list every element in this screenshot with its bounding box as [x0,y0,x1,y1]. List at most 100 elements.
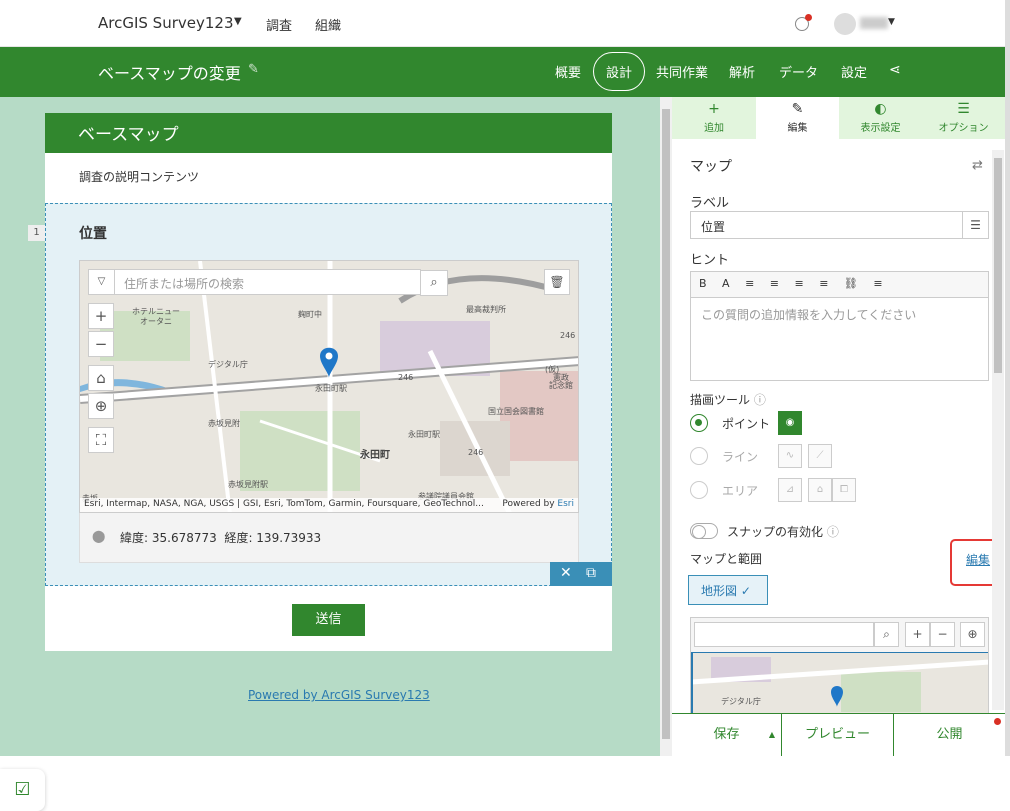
tab-add[interactable]: + 追加 [672,97,756,139]
canvas-scroll-thumb[interactable] [662,109,670,739]
panel-footer: 保存 ▲ プレビュー 公開 [672,713,1005,756]
attribution-text: Esri, Intermap, NASA, NGA, USGS | GSI, E… [84,499,484,509]
nav-surveys[interactable]: 調査 [266,15,292,34]
app-brand[interactable]: ArcGIS Survey123 [98,14,234,32]
freehand-area-icon[interactable]: ⧠ [832,478,856,502]
survey-header: ベースマップの変更 ✎ 概要 設計 共同作業 解析 データ 設定 ⋖ [0,47,1005,97]
point-marker-icon[interactable]: ◉ [778,411,802,435]
mini-zoom-in-icon[interactable]: + [905,622,930,647]
avatar[interactable] [834,13,856,35]
edit-title-pencil-icon[interactable]: ✎ [248,62,259,77]
mini-zoom-out-icon[interactable]: − [930,622,955,647]
map-label: 246 [560,331,576,340]
search-source-dropdown-icon[interactable]: ▽ [89,270,115,294]
hint-input[interactable]: この質問の追加情報を入力してください [691,298,988,331]
tab-analyze[interactable]: 解析 [729,62,755,81]
form-header: ベースマップ [45,113,612,153]
tab-design[interactable]: 設計 [593,52,646,91]
radio-area[interactable] [690,481,708,499]
tab-settings[interactable]: 設定 [841,62,867,81]
palette-icon: ◐ [874,101,887,117]
mini-map-label: デジタル庁 [721,697,761,706]
hint-heading: ヒント [690,253,730,268]
mini-map-search-input[interactable] [694,622,874,647]
panel-tabs: + 追加 ✎ 編集 ◐ 表示設定 ☰ オプション [672,97,1005,139]
extent-preview-map[interactable]: デジタル庁 ⌕ + − ⊕ [690,617,989,717]
brand-chevron-down-icon[interactable]: ▼ [234,16,242,27]
submit-button[interactable]: 送信 [292,604,365,636]
snap-label: スナップの有効化 ⓘ [727,525,839,539]
draw-tools-heading: 描画ツール ⓘ [690,393,766,407]
tab-edit[interactable]: ✎ 編集 [756,97,839,139]
locate-icon[interactable]: ⊕ [88,393,114,419]
trash-icon[interactable]: 🗑 [544,269,570,295]
floating-action-icon[interactable]: ☑ [0,769,45,811]
segment-line-icon[interactable]: ⟋ [808,444,832,468]
map-label: 記念館 [549,381,573,390]
nav-organization[interactable]: 組織 [315,15,341,34]
basemap-chip[interactable]: 地形図 ✓ [688,575,768,605]
map-label: 永田町駅 [315,384,347,393]
map-label: オータニ [140,317,172,326]
zoom-in-icon[interactable]: + [88,303,114,329]
map-label: 最高裁判所 [466,305,506,314]
map-label: 国立国会図書館 [488,407,544,416]
freehand-polygon-icon[interactable]: ⌂ [808,478,832,502]
radio-line[interactable] [690,447,708,465]
location-marker-icon: ⬤ [92,529,106,543]
mini-search-icon[interactable]: ⌕ [874,622,899,647]
help-icon[interactable] [795,14,812,31]
hint-editor[interactable]: B A ≡ ≡ ≡ ≡ ⛓ ≡ この質問の追加情報を入力してください [690,271,989,381]
question-toolbar: ✕ ⧉ [550,562,612,586]
map-widget[interactable]: ホテルニュー オータニ 麹町中 最高裁判所 デジタル庁 永田町駅 (仮) 憲政 … [79,260,579,513]
tab-collaborate[interactable]: 共同作業 [656,62,708,81]
map-label: 赤坂見附駅 [228,480,268,489]
panel-scroll-thumb[interactable] [994,158,1002,373]
fullscreen-icon[interactable]: ⛶ [88,427,114,453]
preview-button[interactable]: プレビュー [782,714,894,756]
map-extent-heading: マップと範囲 [690,552,763,566]
survey-title: ベースマップの変更 [98,64,241,83]
swap-icon[interactable]: ⇄ [972,158,983,173]
tab-overview[interactable]: 概要 [555,62,581,81]
polygon-icon[interactable]: ⊿ [778,478,802,502]
map-search-input[interactable]: 住所または場所の検索 [124,275,244,292]
panel-scrollbar[interactable] [992,150,1004,710]
mini-locate-icon[interactable]: ⊕ [960,622,985,647]
design-canvas: ベースマップ 調査の説明コンテンツ 1 位置 ホテルニュー オータニ 麹町中 最… [0,97,660,811]
tab-appearance[interactable]: ◐ 表示設定 [839,97,922,139]
canvas-scrollbar[interactable] [660,97,672,756]
user-chevron-down-icon[interactable]: ▼ [888,17,895,27]
text-format-icon[interactable]: ☰ [962,212,988,238]
save-button[interactable]: 保存 ▲ [672,714,782,756]
map-label: 赤坂見附 [208,419,240,428]
search-icon[interactable]: ⌕ [420,270,448,296]
tab-data[interactable]: データ [779,62,818,81]
delete-question-icon[interactable]: ✕ [560,565,572,581]
label-field[interactable]: 位置 ☰ [690,211,989,239]
zoom-out-icon[interactable]: − [88,331,114,357]
section-title: マップ [690,159,732,175]
publish-button[interactable]: 公開 [894,714,1005,756]
duplicate-question-icon[interactable]: ⧉ [586,565,596,581]
share-icon[interactable]: ⋖ [889,62,901,78]
notification-dot [805,14,812,21]
info-icon: ⓘ [826,525,839,539]
plus-icon: + [708,101,720,117]
pencil-icon: ✎ [791,101,804,117]
freehand-line-icon[interactable]: ∿ [778,444,802,468]
question-map-selected[interactable]: 1 位置 ホテルニュー オータニ 麹町中 最高裁判所 デジタル庁 永田町駅 (仮… [28,203,612,586]
info-icon: ⓘ [753,393,766,407]
rich-text-toolbar[interactable]: B A ≡ ≡ ≡ ≡ ⛓ ≡ [691,272,988,298]
powered-by-survey123-link[interactable]: Powered by ArcGIS Survey123 [248,688,430,702]
map-label: 麹町中 [298,310,322,319]
home-icon[interactable]: ⌂ [88,365,114,391]
radio-point[interactable] [690,414,708,432]
snap-toggle[interactable] [690,523,718,539]
map-label: 永田町駅 [408,430,440,439]
map-search-bar[interactable]: ▽ 住所または場所の検索 ⌕ [88,269,448,296]
tab-options[interactable]: ☰ オプション [922,97,1005,139]
edit-map-link[interactable]: 編集 [966,551,990,568]
form-description: 調査の説明コンテンツ [79,170,200,184]
username-blurred[interactable] [860,17,888,29]
